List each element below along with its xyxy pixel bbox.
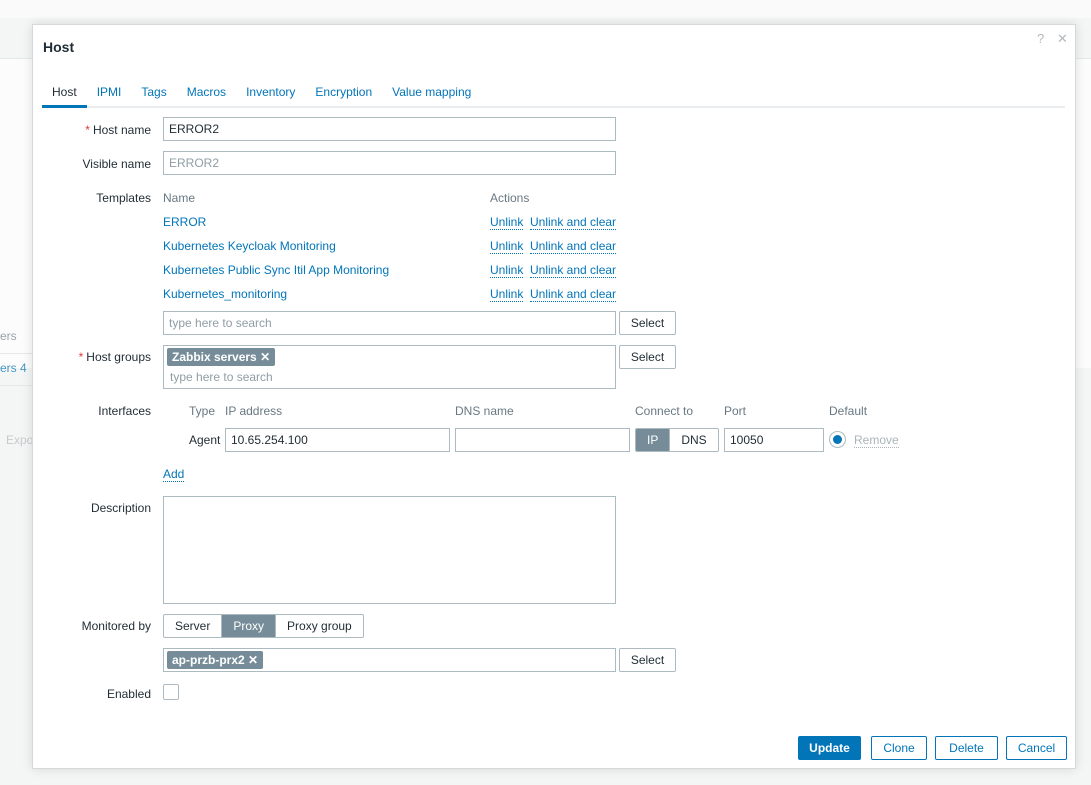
- visible-name-label: Visible name: [82, 157, 151, 171]
- host-groups-label: * Host groups: [79, 350, 151, 364]
- required-icon: *: [78, 350, 84, 364]
- template-link[interactable]: Kubernetes Keycloak Monitoring: [163, 239, 336, 253]
- interface-default-header: Default: [829, 404, 868, 418]
- unlink-clear-button[interactable]: Unlink and clear: [530, 215, 617, 230]
- radio-dot: [833, 435, 842, 444]
- tab-tags[interactable]: Tags: [131, 77, 176, 108]
- unlink-button[interactable]: Unlink: [490, 215, 524, 230]
- interface-dns-input[interactable]: [455, 428, 630, 452]
- background-row: ers: [0, 322, 32, 354]
- unlink-clear-button[interactable]: Unlink and clear: [530, 263, 617, 278]
- description-textarea[interactable]: [163, 496, 616, 604]
- tab-host[interactable]: Host: [42, 77, 87, 108]
- background-export-button: Expo: [6, 433, 34, 447]
- enabled-checkbox[interactable]: [163, 684, 179, 700]
- update-button[interactable]: Update: [798, 736, 861, 760]
- tab-bar: Host IPMI Tags Macros Inventory Encrypti…: [42, 77, 1065, 108]
- host-name-label: * Host name: [85, 123, 151, 137]
- interface-remove-button[interactable]: Remove: [854, 433, 899, 448]
- background-text: ers: [0, 329, 17, 343]
- host-group-chip: Zabbix servers ✕: [167, 348, 276, 366]
- background-row: ers 4: [0, 354, 32, 386]
- background-header: [0, 0, 1091, 18]
- interface-dns-header: DNS name: [455, 404, 514, 418]
- interface-ip-header: IP address: [225, 404, 283, 418]
- templates-label: Templates: [96, 191, 151, 205]
- unlink-button[interactable]: Unlink: [490, 263, 524, 278]
- host-name-input[interactable]: ERROR2: [163, 117, 616, 141]
- unlink-clear-button[interactable]: Unlink and clear: [530, 239, 617, 254]
- monitored-by-proxy-group[interactable]: Proxy group: [275, 615, 363, 637]
- tab-encryption[interactable]: Encryption: [305, 77, 382, 108]
- close-icon[interactable]: ✕: [1057, 31, 1068, 47]
- tab-ipmi[interactable]: IPMI: [87, 77, 132, 108]
- monitored-by-server[interactable]: Server: [164, 615, 221, 637]
- interfaces-label: Interfaces: [98, 404, 151, 418]
- monitored-by-toggle: Server Proxy Proxy group: [163, 614, 364, 638]
- interface-port-input[interactable]: 10050: [724, 428, 824, 452]
- unlink-button[interactable]: Unlink: [490, 287, 524, 302]
- chip-label: ap-przb-prx2: [172, 653, 245, 667]
- add-interface-button[interactable]: Add: [163, 467, 185, 482]
- host-dialog: Host ? ✕ Host IPMI Tags Macros Inventory…: [32, 24, 1076, 769]
- interface-port-header: Port: [724, 404, 747, 418]
- unlink-clear-button[interactable]: Unlink and clear: [530, 287, 617, 302]
- label-text: Host groups: [86, 350, 151, 364]
- template-link[interactable]: Kubernetes_monitoring: [163, 287, 287, 301]
- connect-dns-option[interactable]: DNS: [669, 429, 717, 451]
- clone-button[interactable]: Clone: [871, 736, 927, 760]
- interface-connect-header: Connect to: [635, 404, 694, 418]
- delete-button[interactable]: Delete: [935, 736, 998, 760]
- unlink-button[interactable]: Unlink: [490, 239, 524, 254]
- monitored-by-label: Monitored by: [81, 619, 151, 633]
- proxy-multiselect[interactable]: ap-przb-prx2 ✕: [163, 648, 616, 672]
- templates-name-header: Name: [163, 191, 196, 205]
- interface-type: Agent: [189, 433, 221, 447]
- templates-actions-header: Actions: [490, 191, 530, 205]
- proxy-select-button[interactable]: Select: [619, 648, 676, 672]
- tab-macros[interactable]: Macros: [177, 77, 236, 108]
- templates-select-button[interactable]: Select: [619, 311, 676, 335]
- template-link[interactable]: ERROR: [163, 215, 206, 229]
- interface-type-header: Type: [189, 404, 216, 418]
- remove-chip-icon[interactable]: ✕: [248, 653, 258, 667]
- required-icon: *: [85, 123, 90, 137]
- dialog-title: Host: [43, 39, 75, 55]
- chip-label: Zabbix servers: [172, 350, 257, 364]
- background-text: ers 4: [0, 361, 27, 375]
- visible-name-input[interactable]: ERROR2: [163, 151, 616, 175]
- label-text: Host name: [92, 123, 151, 137]
- monitored-by-proxy[interactable]: Proxy: [221, 615, 276, 637]
- default-interface-radio[interactable]: [829, 431, 846, 448]
- proxy-chip: ap-przb-prx2 ✕: [167, 651, 264, 669]
- cancel-button[interactable]: Cancel: [1006, 736, 1067, 760]
- connect-to-toggle: IP DNS: [635, 428, 719, 452]
- enabled-label: Enabled: [106, 687, 151, 701]
- templates-search-input[interactable]: type here to search: [163, 311, 616, 335]
- host-groups-search-input[interactable]: type here to search: [167, 366, 612, 384]
- description-label: Description: [90, 501, 151, 515]
- remove-chip-icon[interactable]: ✕: [260, 350, 270, 364]
- tab-inventory[interactable]: Inventory: [236, 77, 305, 108]
- connect-ip-option[interactable]: IP: [636, 429, 670, 451]
- template-link[interactable]: Kubernetes Public Sync Itil App Monitori…: [163, 263, 389, 277]
- interface-ip-input[interactable]: 10.65.254.100: [225, 428, 450, 452]
- help-icon[interactable]: ?: [1037, 31, 1044, 46]
- host-groups-select-button[interactable]: Select: [619, 345, 676, 369]
- host-groups-multiselect[interactable]: Zabbix servers ✕ type here to search: [163, 345, 616, 389]
- tab-value-mapping[interactable]: Value mapping: [382, 77, 481, 108]
